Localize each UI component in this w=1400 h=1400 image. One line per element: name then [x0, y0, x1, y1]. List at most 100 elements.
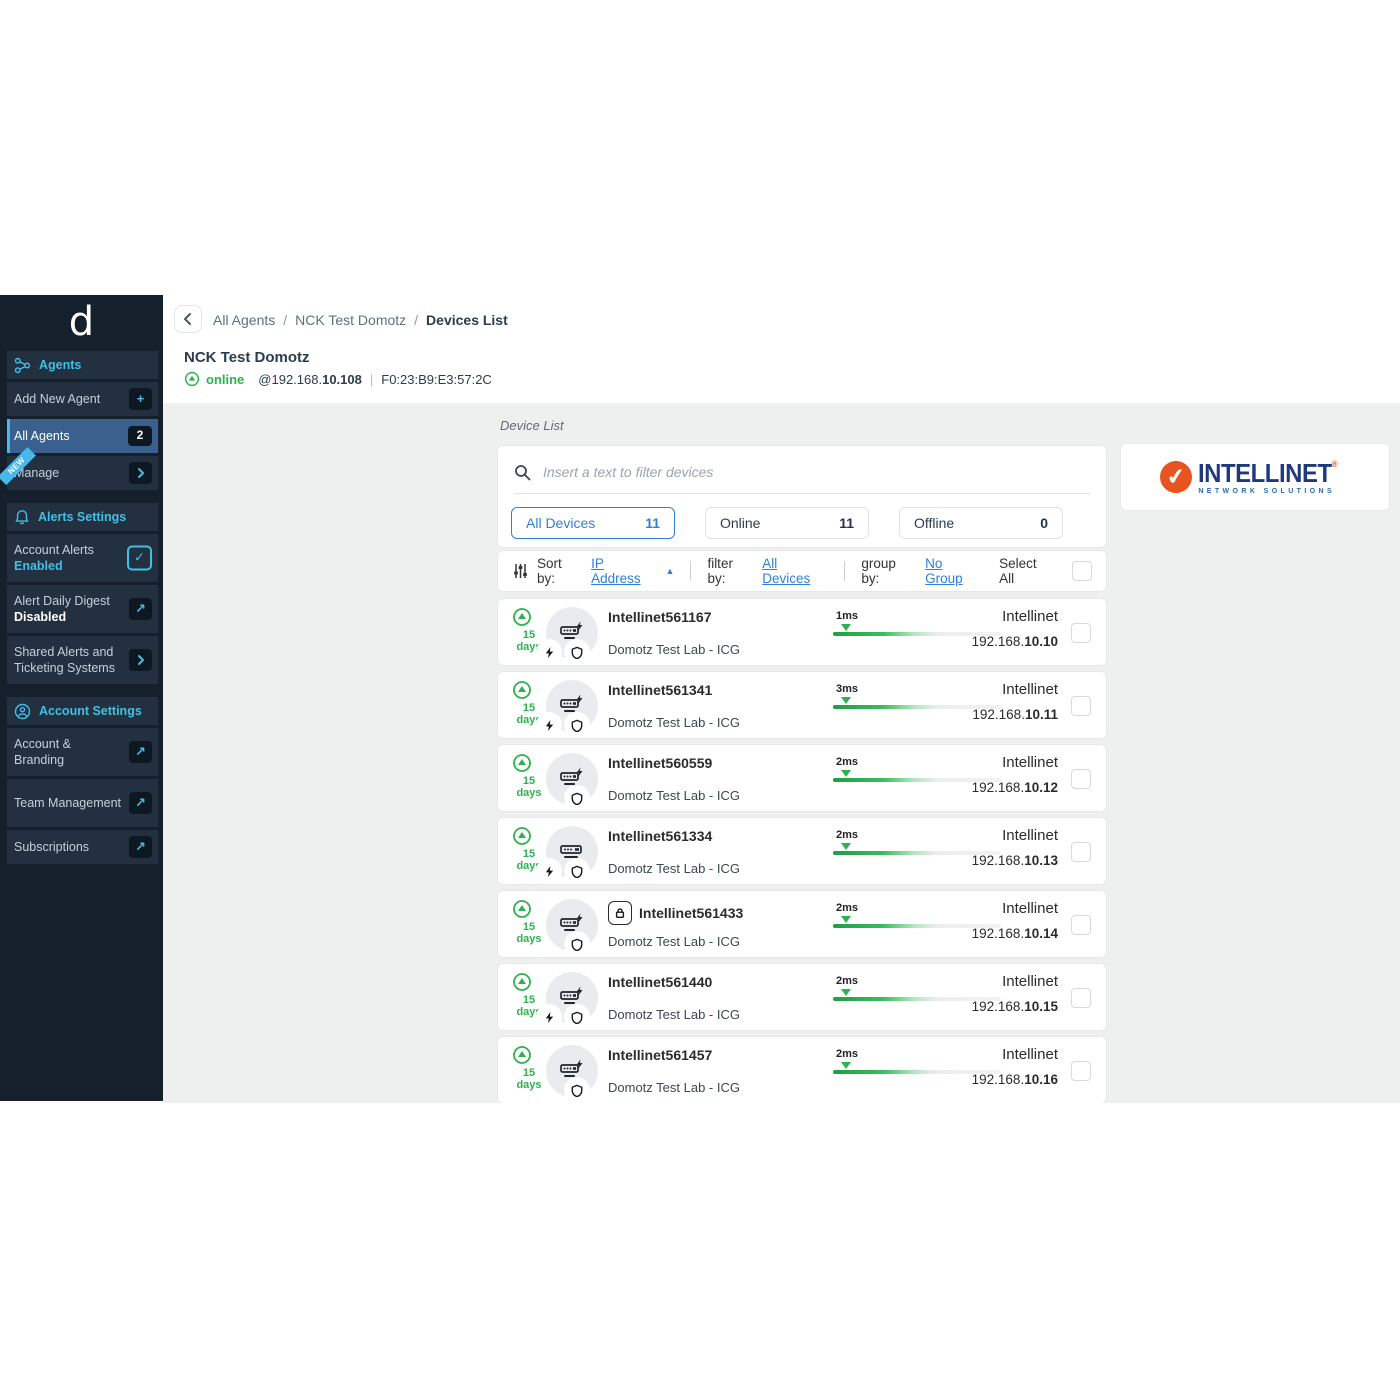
status-up-icon [512, 753, 546, 773]
status-up-icon [512, 826, 546, 846]
sidebar-item-shared-alerts-and-ticketing-systems[interactable]: Shared Alerts and Ticketing Systems [7, 636, 158, 684]
page-header: All Agents / NCK Test Domotz / Devices L… [163, 295, 1400, 403]
device-ip: 192.168.10.12 [888, 780, 1058, 795]
sidebar-section-header: Agents [7, 351, 158, 379]
checked-checkbox-icon[interactable]: ✓ [127, 546, 152, 571]
page-title: NCK Test Domotz [184, 349, 310, 366]
chevron-right-icon[interactable] [129, 649, 152, 671]
power-badge-icon [538, 860, 560, 882]
status-up-icon [512, 680, 546, 700]
row-checkbox[interactable] [1071, 769, 1091, 789]
row-checkbox[interactable] [1071, 1061, 1091, 1081]
filter-tabs: All Devices11 Online11 Offline0 [511, 507, 1093, 539]
latency-marker-icon [841, 916, 851, 923]
device-row[interactable]: 15daysIntellinet561440Domotz Test Lab - … [497, 963, 1107, 1031]
sidebar: d AgentsAdd New Agent+All Agents2ManageN… [0, 295, 163, 1101]
breadcrumb-all-agents[interactable]: All Agents [213, 312, 275, 328]
tab-count: 0 [1040, 515, 1048, 531]
row-checkbox[interactable] [1071, 842, 1091, 862]
select-all-checkbox[interactable] [1072, 561, 1092, 581]
row-checkbox[interactable] [1071, 696, 1091, 716]
device-ip: 192.168.10.13 [888, 853, 1058, 868]
sidebar-item-team-management[interactable]: Team Management↗ [7, 779, 158, 827]
device-row[interactable]: 15daysIntellinet561334Domotz Test Lab - … [497, 817, 1107, 885]
row-checkbox[interactable] [1071, 988, 1091, 1008]
device-name: Intellinet561334 [608, 828, 712, 844]
power-badge-icon [538, 641, 560, 663]
sort-by-value[interactable]: IP Address [591, 556, 655, 586]
external-link-icon[interactable]: ↗ [129, 836, 152, 858]
shield-badge-icon [566, 933, 588, 955]
external-link-icon[interactable]: ↗ [129, 741, 152, 763]
device-uptime: 15days [512, 1045, 546, 1091]
row-checkbox[interactable] [1071, 623, 1091, 643]
status-badge: online [206, 372, 244, 387]
tab-all-devices[interactable]: All Devices11 [511, 507, 675, 539]
status-up-icon [512, 972, 546, 992]
group-by-label: group by: [861, 556, 917, 586]
tab-offline[interactable]: Offline0 [899, 507, 1063, 539]
device-subtitle: Domotz Test Lab - ICG [608, 642, 740, 657]
sidebar-item-account-branding[interactable]: Account & Branding↗ [7, 728, 158, 776]
device-name: Intellinet561341 [608, 682, 712, 698]
sidebar-item-alert-daily-digest[interactable]: Alert Daily DigestDisabled↗ [7, 585, 158, 633]
sort-direction-icon[interactable]: ▲ [666, 566, 675, 576]
sliders-icon [512, 562, 529, 580]
device-row[interactable]: 15daysIntellinet561341Domotz Test Lab - … [497, 671, 1107, 739]
back-button[interactable] [174, 305, 202, 333]
device-row[interactable]: 15daysIntellinet560559Domotz Test Lab - … [497, 744, 1107, 812]
agent-ip: @192.168.10.108 [258, 372, 362, 387]
shield-badge-icon [566, 787, 588, 809]
shield-badge-icon [566, 714, 588, 736]
device-subtitle: Domotz Test Lab - ICG [608, 788, 740, 803]
status-up-icon [512, 1045, 546, 1065]
shield-badge-icon [566, 1006, 588, 1028]
device-row[interactable]: 15days Intellinet561433 Domotz Test Lab - … [497, 890, 1107, 958]
group-by-value[interactable]: No Group [925, 556, 983, 586]
select-all-label: Select All [999, 556, 1054, 586]
brand-card: ✔ INTELLINET® NETWORK SOLUTIONS [1120, 443, 1390, 511]
breadcrumb-agent[interactable]: NCK Test Domotz [295, 312, 406, 328]
power-badge-icon [538, 714, 560, 736]
device-maker: Intellinet [888, 681, 1058, 698]
device-row[interactable]: 15daysIntellinet561167Domotz Test Lab - … [497, 598, 1107, 666]
plus-icon[interactable]: + [129, 388, 152, 410]
latency-marker-icon [841, 989, 851, 996]
sidebar-section-header: Account Settings [7, 697, 158, 725]
status-up-icon [512, 607, 546, 627]
device-maker: Intellinet [888, 900, 1058, 917]
sidebar-item-subscriptions[interactable]: Subscriptions↗ [7, 830, 158, 864]
device-ip: 192.168.10.15 [888, 999, 1058, 1014]
page: d AgentsAdd New Agent+All Agents2ManageN… [0, 0, 1400, 1400]
device-row[interactable]: 15daysIntellinet561457Domotz Test Lab - … [497, 1036, 1107, 1103]
external-link-icon[interactable]: ↗ [129, 598, 152, 620]
sidebar-section-account-settings: Account Settings Account & Branding↗Team … [0, 697, 163, 864]
filter-by-value[interactable]: All Devices [762, 556, 828, 586]
device-subtitle: Domotz Test Lab - ICG [608, 861, 740, 876]
device-subtitle: Domotz Test Lab - ICG [608, 715, 740, 730]
row-checkbox[interactable] [1071, 915, 1091, 935]
device-subtitle: Domotz Test Lab - ICG [608, 934, 743, 949]
status-up-icon [184, 371, 200, 387]
status-up-icon [512, 899, 546, 919]
sidebar-item-manage[interactable]: ManageNEW [7, 456, 158, 490]
sidebar-section-alerts-settings: Alerts SettingsAccount AlertsEnabled✓Ale… [0, 503, 163, 684]
device-maker: Intellinet [888, 973, 1058, 990]
device-name: Intellinet561167 [608, 609, 712, 625]
device-maker: Intellinet [888, 1046, 1058, 1063]
sidebar-item-all-agents[interactable]: All Agents2 [7, 419, 158, 453]
device-subtitle: Domotz Test Lab - ICG [608, 1007, 740, 1022]
device-name: Intellinet561433 [639, 905, 743, 921]
device-uptime: 15days [512, 899, 546, 945]
chevron-right-icon[interactable] [129, 462, 152, 484]
tab-online[interactable]: Online11 [705, 507, 869, 539]
sidebar-item-account-alerts[interactable]: Account AlertsEnabled✓ [7, 534, 158, 582]
sidebar-item-add-new-agent[interactable]: Add New Agent+ [7, 382, 158, 416]
breadcrumb: All Agents / NCK Test Domotz / Devices L… [213, 312, 508, 328]
external-link-icon[interactable]: ↗ [129, 792, 152, 814]
tab-count: 11 [839, 515, 854, 531]
item-status: Disabled [14, 609, 110, 625]
latency-marker-icon [841, 770, 851, 777]
share-nodes-icon [14, 357, 31, 374]
search-input[interactable] [541, 463, 1090, 481]
